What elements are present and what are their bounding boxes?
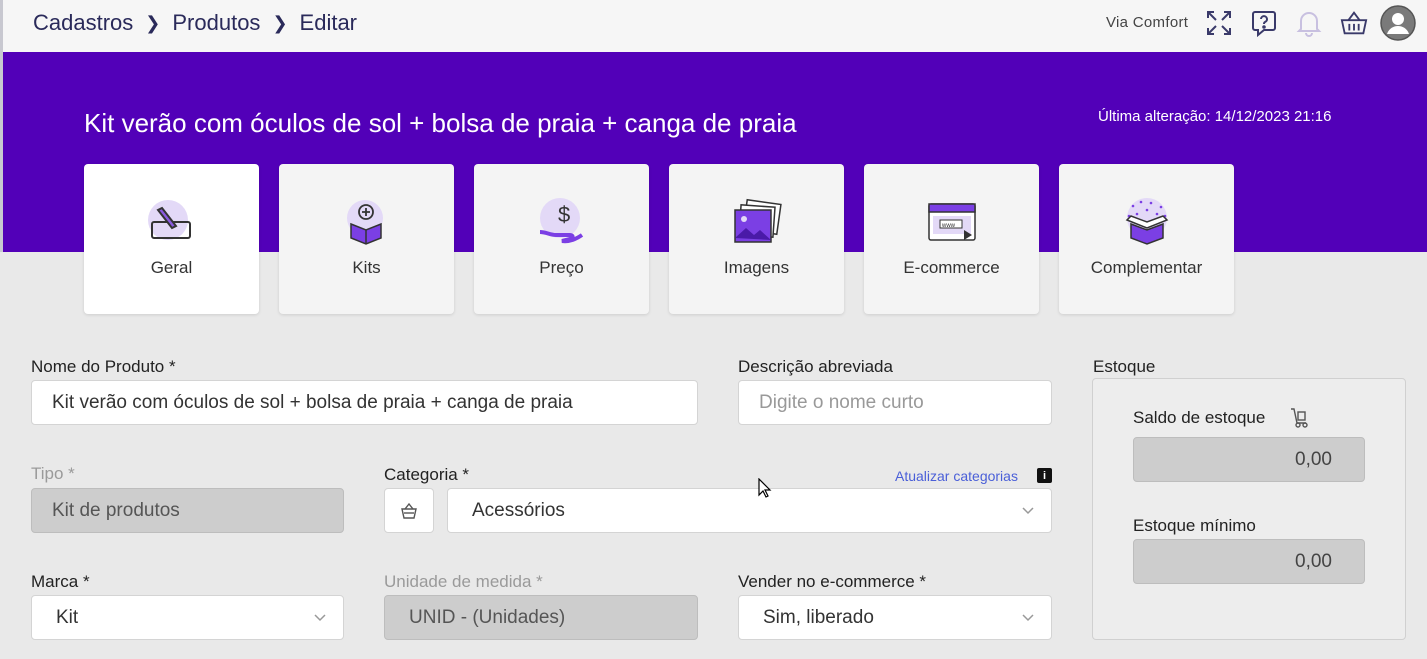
expand-icon[interactable] <box>1205 8 1233 38</box>
estoque-minimo-input[interactable]: 0,00 <box>1133 539 1365 584</box>
categoria-label: Categoria * <box>384 465 470 484</box>
tab-label: Imagens <box>723 258 790 277</box>
images-icon <box>727 196 787 252</box>
svg-text:www: www <box>941 223 956 229</box>
tipo-input: Kit de produtos <box>31 488 344 533</box>
estoque-panel: Saldo de estoque 0,00 Estoque mínimo 0,0… <box>1092 378 1406 640</box>
tipo-label: Tipo * <box>31 464 75 483</box>
box-plus-icon <box>337 196 397 252</box>
unidade-medida-input: UNID - (Unidades) <box>384 595 698 640</box>
user-avatar-icon[interactable] <box>1380 5 1416 41</box>
descricao-abreviada-label: Descrição abreviada <box>738 357 893 376</box>
bell-icon[interactable] <box>1295 8 1323 38</box>
top-bar: Cadastros ❯ Produtos ❯ Editar Via Comfor… <box>0 0 1427 52</box>
chevron-right-icon: ❯ <box>145 12 161 33</box>
company-name[interactable]: Via Comfort <box>1106 14 1188 31</box>
tab-label: Kits <box>352 258 381 277</box>
unidade-medida-label: Unidade de medida * <box>384 572 543 591</box>
tab-label: Complementar <box>1090 258 1203 277</box>
chevron-down-icon <box>314 614 326 622</box>
money-hand-icon: $ <box>532 196 592 252</box>
saldo-estoque-input: 0,00 <box>1133 437 1365 482</box>
breadcrumb-editar: Editar <box>299 10 358 35</box>
descricao-abreviada-input[interactable]: Digite o nome curto <box>738 380 1052 425</box>
gift-box-icon <box>1117 196 1177 252</box>
nome-produto-label: Nome do Produto * <box>31 357 176 376</box>
estoque-title: Estoque <box>1093 357 1156 376</box>
marca-label: Marca * <box>31 572 90 591</box>
marca-select[interactable]: Kit <box>31 595 344 640</box>
breadcrumb-produtos[interactable]: Produtos <box>172 10 260 36</box>
atualizar-categorias-link[interactable]: Atualizar categorias <box>895 468 1018 484</box>
tab-imagens[interactable]: Imagens <box>669 164 844 314</box>
categoria-select[interactable]: Acessórios <box>447 488 1052 533</box>
pencil-icon <box>142 196 202 252</box>
chevron-down-icon <box>1022 507 1034 515</box>
vender-ecommerce-select[interactable]: Sim, liberado <box>738 595 1052 640</box>
chevron-down-icon <box>1022 614 1034 622</box>
categoria-value: Acessórios <box>472 499 565 521</box>
tab-preco[interactable]: $ Preço <box>474 164 649 314</box>
info-icon[interactable]: i <box>1037 468 1052 483</box>
last-change-timestamp: Última alteração: 14/12/2023 21:16 <box>1098 108 1332 125</box>
tab-label: E-commerce <box>903 258 1000 277</box>
nome-produto-input[interactable]: Kit verão com óculos de sol + bolsa de p… <box>31 380 698 425</box>
saldo-estoque-label: Saldo de estoque <box>1133 408 1266 427</box>
tab-label: Geral <box>150 258 193 277</box>
vender-ecommerce-value: Sim, liberado <box>763 606 874 628</box>
breadcrumb: Cadastros ❯ Produtos ❯ Editar <box>33 10 357 36</box>
breadcrumb-cadastros[interactable]: Cadastros <box>33 10 133 36</box>
hand-truck-icon[interactable] <box>1289 407 1309 434</box>
tab-ecommerce[interactable]: www E-commerce <box>864 164 1039 314</box>
tab-geral[interactable]: Geral <box>84 164 259 314</box>
svg-text:$: $ <box>558 202 570 227</box>
vender-ecommerce-label: Vender no e-commerce * <box>738 572 927 591</box>
tab-kits[interactable]: Kits <box>279 164 454 314</box>
help-icon[interactable] <box>1250 8 1278 38</box>
estoque-minimo-label: Estoque mínimo <box>1133 516 1256 535</box>
marca-value: Kit <box>56 606 79 628</box>
mouse-cursor-icon <box>758 477 772 503</box>
category-tree-button[interactable] <box>384 488 434 533</box>
product-title: Kit verão com óculos de sol + bolsa de p… <box>84 108 797 138</box>
chevron-right-icon: ❯ <box>272 12 288 33</box>
tab-label: Preço <box>539 258 584 277</box>
tab-complementar[interactable]: Complementar <box>1059 164 1234 314</box>
basket-icon <box>401 502 417 519</box>
basket-icon[interactable] <box>1340 8 1368 38</box>
browser-icon: www <box>922 196 982 252</box>
